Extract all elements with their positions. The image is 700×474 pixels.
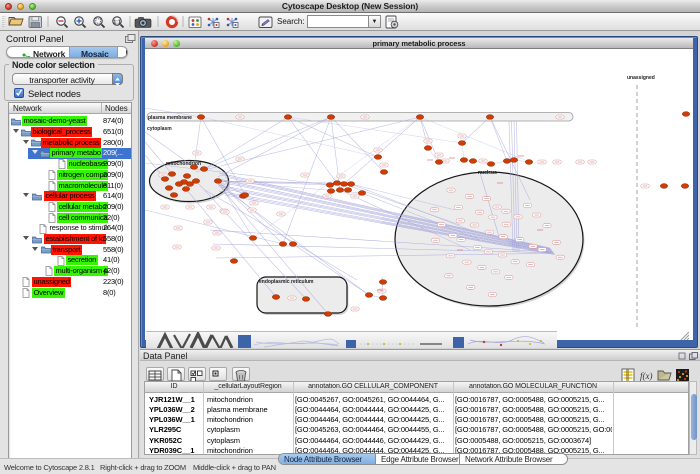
svg-text:plasma membrane: plasma membrane	[148, 115, 192, 121]
svg-text:endoplasmic reticulum: endoplasmic reticulum	[259, 279, 314, 285]
svg-text:nucleus: nucleus	[478, 170, 497, 176]
svg-text:1:1: 1:1	[113, 19, 120, 25]
svg-text:cytoplasm: cytoplasm	[147, 126, 172, 132]
svg-text:unassigned: unassigned	[627, 75, 655, 81]
svg-text:f(x): f(x)	[640, 371, 653, 381]
